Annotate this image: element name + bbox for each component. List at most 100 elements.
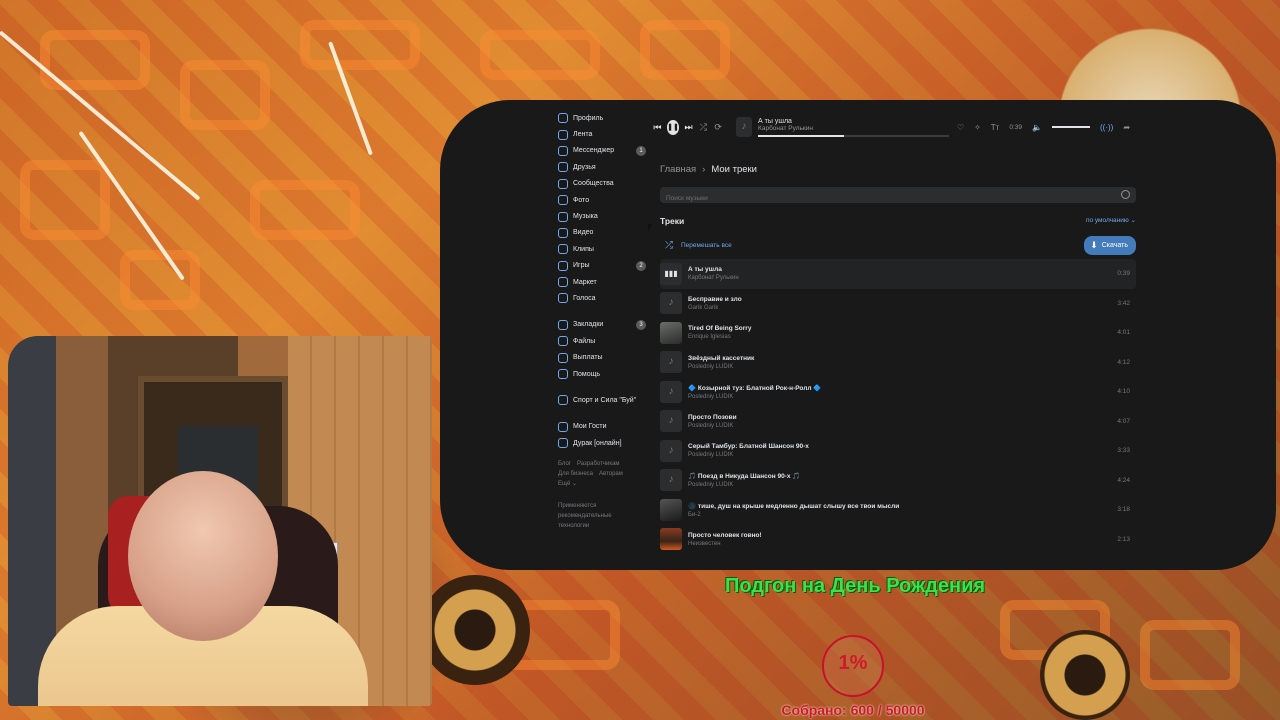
track-row[interactable]: ♪ 🔷 Козырной туз: Блатной Рок-н-Ролл 🔷 Pos… — [660, 377, 1136, 407]
track-row[interactable]: ♪ Звёздный кассетник Posledniy LUDIK 4:12 — [660, 348, 1136, 378]
sidebar-item-label: Мессенджер — [573, 147, 615, 155]
track-row[interactable]: ♪ Просто Позови Posledniy LUDIK 4:07 — [660, 407, 1136, 437]
now-playing-artist[interactable]: Карбонат Рулькин — [758, 125, 949, 132]
track-row[interactable]: ♪ 🎵 Поезд в Никуда Шансон 90-х 🎵 Posledniy… — [660, 466, 1136, 496]
sidebar-item[interactable]: Мои Гости — [558, 419, 650, 435]
track-duration: 4:24 — [1117, 476, 1130, 484]
track-artist[interactable]: Неизвестен — [688, 541, 1117, 547]
lyrics-icon[interactable]: Tт — [991, 123, 1000, 132]
shuffle-all-label: Перемешать все — [681, 242, 732, 249]
footer-link[interactable]: Ещё ⌄ — [558, 481, 577, 487]
sidebar-item[interactable]: Выплаты — [558, 349, 650, 365]
next-track-button[interactable]: ⏭ — [681, 122, 696, 133]
track-artist[interactable]: Posledniy LUDIK — [688, 364, 1117, 370]
music-note-icon[interactable]: ♪ — [660, 380, 682, 403]
sidebar-item[interactable]: Мессенджер 1 — [558, 143, 650, 159]
track-artist[interactable]: Карбонат Рулькин — [688, 275, 1117, 281]
footer-link[interactable]: Блог — [558, 461, 571, 467]
volume-slider[interactable] — [1051, 126, 1090, 128]
track-row[interactable]: ▮▮▮ А ты ушла Карбонат Рулькин 0:39 — [660, 259, 1136, 289]
music-note-icon[interactable]: ♪ — [660, 292, 682, 315]
track-artist[interactable]: Posledniy LUDIK — [688, 452, 1117, 458]
sidebar-item[interactable]: Друзья — [558, 159, 650, 175]
vinyl-record — [420, 575, 530, 685]
track-row[interactable]: Просто человек говно! Неизвестен 2:13 — [660, 525, 1136, 555]
search-icon[interactable] — [1121, 190, 1130, 199]
track-artist[interactable]: Posledniy LUDIK — [688, 482, 1117, 488]
progress-fill — [758, 134, 844, 137]
track-row[interactable]: 🌑 тише, душ на крыше медленно дышат слыш… — [660, 495, 1136, 525]
now-playing-cover: ♪ — [735, 117, 753, 137]
track-info: Бесправие и зло Garik Garik — [688, 296, 1117, 311]
track-artist[interactable]: Garik Garik — [688, 305, 1117, 311]
repeat-icon[interactable]: ⟳ — [711, 122, 726, 133]
sidebar-item[interactable]: Файлы — [558, 333, 650, 349]
track-duration: 3:33 — [1117, 447, 1130, 455]
person-head — [128, 471, 278, 641]
track-row[interactable]: ♪ Серый Тамбур: Блатной Шансон 90-х Posled… — [660, 436, 1136, 466]
bg-shape — [20, 160, 110, 240]
footer-link[interactable]: Авторам — [599, 471, 623, 477]
search-input[interactable] — [660, 190, 1136, 207]
progress-bar[interactable] — [758, 134, 949, 137]
track-row[interactable]: ♪ Бесправие и зло Garik Garik 3:42 — [660, 289, 1136, 319]
sidebar-item[interactable]: Профиль — [558, 110, 650, 126]
sidebar-item[interactable]: Лента — [558, 126, 650, 142]
track-info: Просто человек говно! Неизвестен — [688, 532, 1117, 547]
music-note-icon[interactable]: ♪ — [660, 410, 682, 433]
sidebar-item[interactable]: Видео — [558, 225, 650, 241]
sidebar-item-label: Дурак [онлайн] — [573, 439, 622, 447]
footer-link[interactable]: Для бизнеса — [558, 471, 593, 477]
sidebar-item[interactable]: Клипы — [558, 241, 650, 257]
payments-icon — [558, 352, 568, 363]
sidebar-item[interactable]: Музыка — [558, 208, 650, 224]
pause-button[interactable]: ❚❚ — [666, 119, 680, 135]
sidebar-item[interactable]: Дурак [онлайн] — [558, 435, 650, 451]
music-note-icon[interactable]: ♪ — [660, 351, 682, 374]
prev-track-button[interactable]: ⏮ — [650, 122, 665, 133]
track-artist[interactable]: Posledniy LUDIK — [688, 394, 1117, 400]
shuffle-all-button[interactable]: ⤮ Перемешать все — [665, 240, 732, 251]
breadcrumb-current: Мои треки — [711, 164, 757, 175]
sidebar-item[interactable]: Сообщества — [558, 176, 650, 192]
footer-link[interactable]: Разработчикам — [577, 461, 620, 467]
sidebar-item[interactable]: Фото — [558, 192, 650, 208]
sidebar-item-label: Игры — [573, 262, 590, 270]
sort-dropdown[interactable]: по умолчанию ⌄ — [1086, 216, 1136, 226]
equalizer-icon[interactable]: ▮▮▮ — [660, 262, 682, 285]
sidebar-item[interactable]: Голоса — [558, 290, 650, 306]
track-artist[interactable]: Би-2 — [688, 512, 1117, 518]
breadcrumb: Главная › Мои треки — [650, 152, 1146, 175]
sidebar-item-label: Спорт и Сила "Буй" — [573, 396, 637, 404]
download-button[interactable]: ⬇ Скачать — [1084, 236, 1136, 255]
track-duration: 4:07 — [1117, 417, 1130, 425]
community-icon — [558, 395, 568, 406]
bg-shape — [640, 20, 730, 80]
volume-icon[interactable]: 🔈 — [1032, 123, 1042, 132]
sidebar-item-label: Закладки — [573, 321, 604, 329]
sidebar-item[interactable]: Игры 2 — [558, 258, 650, 274]
dislike-icon[interactable]: ♡ — [957, 123, 964, 132]
music-note-icon[interactable] — [660, 498, 682, 521]
track-duration: 4:10 — [1117, 388, 1130, 396]
track-artist[interactable]: Enrique Iglesias — [688, 334, 1117, 340]
share-icon[interactable]: ➦ — [1123, 123, 1130, 132]
shuffle-icon[interactable]: ⤮ — [696, 122, 711, 133]
files-icon — [558, 336, 568, 347]
track-row[interactable]: Tired Of Being Sorry Enrique Iglesias 4:01 — [660, 318, 1136, 348]
sidebar-item[interactable]: Маркет — [558, 274, 650, 290]
track-artist[interactable]: Posledniy LUDIK — [688, 423, 1117, 429]
recommend-icon[interactable]: ✧ — [974, 123, 981, 132]
sidebar-item[interactable]: Спорт и Сила "Буй" — [558, 392, 650, 408]
sidebar-item[interactable]: Закладки 3 — [558, 317, 650, 333]
music-note-icon[interactable]: ♪ — [660, 439, 682, 462]
music-note-icon[interactable] — [660, 321, 682, 344]
broadcast-icon[interactable]: ((·)) — [1100, 123, 1113, 132]
music-note-icon[interactable]: ♪ — [660, 469, 682, 492]
sidebar-item[interactable]: Помощь — [558, 366, 650, 382]
music-note-icon[interactable] — [660, 528, 682, 551]
track-info: Просто Позови Posledniy LUDIK — [688, 414, 1117, 429]
sidebar-item-label: Помощь — [573, 370, 601, 378]
news-icon — [558, 129, 568, 140]
breadcrumb-home[interactable]: Главная — [660, 164, 696, 175]
